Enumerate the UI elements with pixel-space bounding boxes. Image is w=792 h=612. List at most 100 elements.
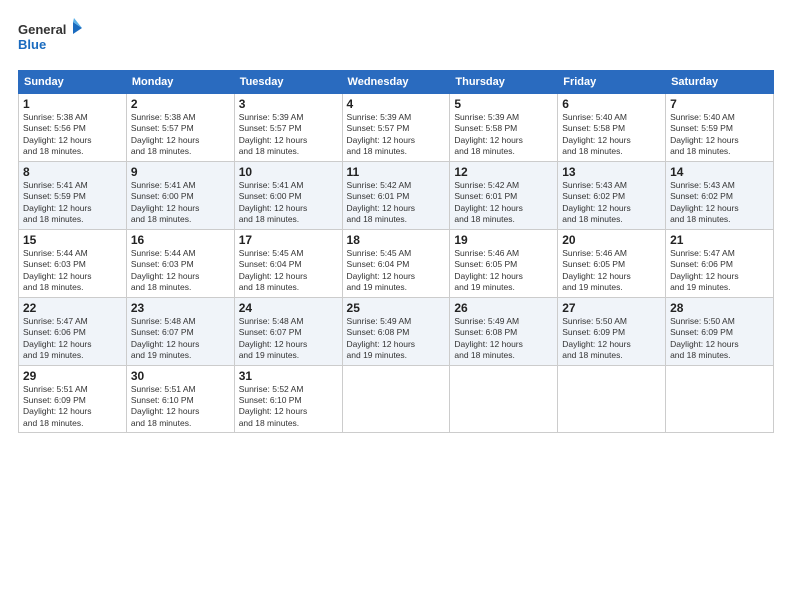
calendar-day-header: Saturday (666, 71, 774, 94)
day-info: Sunrise: 5:47 AM Sunset: 6:06 PM Dayligh… (23, 316, 122, 362)
day-number: 6 (562, 97, 661, 111)
day-info: Sunrise: 5:43 AM Sunset: 6:02 PM Dayligh… (670, 180, 769, 226)
calendar-week-row: 29Sunrise: 5:51 AM Sunset: 6:09 PM Dayli… (19, 365, 774, 433)
day-number: 1 (23, 97, 122, 111)
logo-svg: General Blue (18, 18, 83, 60)
svg-text:Blue: Blue (18, 37, 46, 52)
calendar-week-row: 8Sunrise: 5:41 AM Sunset: 5:59 PM Daylig… (19, 161, 774, 229)
day-number: 25 (347, 301, 446, 315)
calendar-cell (558, 365, 666, 433)
calendar-cell: 7Sunrise: 5:40 AM Sunset: 5:59 PM Daylig… (666, 94, 774, 162)
calendar-day-header: Sunday (19, 71, 127, 94)
calendar-cell: 8Sunrise: 5:41 AM Sunset: 5:59 PM Daylig… (19, 161, 127, 229)
calendar-table: SundayMondayTuesdayWednesdayThursdayFrid… (18, 70, 774, 433)
day-info: Sunrise: 5:40 AM Sunset: 5:58 PM Dayligh… (562, 112, 661, 158)
day-number: 2 (131, 97, 230, 111)
day-number: 21 (670, 233, 769, 247)
day-number: 11 (347, 165, 446, 179)
day-number: 29 (23, 369, 122, 383)
day-number: 27 (562, 301, 661, 315)
day-number: 4 (347, 97, 446, 111)
day-number: 16 (131, 233, 230, 247)
calendar-cell: 21Sunrise: 5:47 AM Sunset: 6:06 PM Dayli… (666, 229, 774, 297)
calendar-day-header: Thursday (450, 71, 558, 94)
day-info: Sunrise: 5:49 AM Sunset: 6:08 PM Dayligh… (347, 316, 446, 362)
calendar-cell: 28Sunrise: 5:50 AM Sunset: 6:09 PM Dayli… (666, 297, 774, 365)
day-number: 20 (562, 233, 661, 247)
day-info: Sunrise: 5:42 AM Sunset: 6:01 PM Dayligh… (347, 180, 446, 226)
calendar-cell (666, 365, 774, 433)
day-info: Sunrise: 5:38 AM Sunset: 5:56 PM Dayligh… (23, 112, 122, 158)
calendar-cell: 12Sunrise: 5:42 AM Sunset: 6:01 PM Dayli… (450, 161, 558, 229)
day-number: 28 (670, 301, 769, 315)
day-number: 31 (239, 369, 338, 383)
calendar-cell: 20Sunrise: 5:46 AM Sunset: 6:05 PM Dayli… (558, 229, 666, 297)
day-number: 10 (239, 165, 338, 179)
calendar-week-row: 15Sunrise: 5:44 AM Sunset: 6:03 PM Dayli… (19, 229, 774, 297)
calendar-cell: 5Sunrise: 5:39 AM Sunset: 5:58 PM Daylig… (450, 94, 558, 162)
day-info: Sunrise: 5:40 AM Sunset: 5:59 PM Dayligh… (670, 112, 769, 158)
day-info: Sunrise: 5:44 AM Sunset: 6:03 PM Dayligh… (23, 248, 122, 294)
calendar-cell: 16Sunrise: 5:44 AM Sunset: 6:03 PM Dayli… (126, 229, 234, 297)
day-number: 23 (131, 301, 230, 315)
calendar-cell (450, 365, 558, 433)
calendar-cell: 25Sunrise: 5:49 AM Sunset: 6:08 PM Dayli… (342, 297, 450, 365)
day-number: 13 (562, 165, 661, 179)
day-number: 26 (454, 301, 553, 315)
calendar-cell: 10Sunrise: 5:41 AM Sunset: 6:00 PM Dayli… (234, 161, 342, 229)
day-info: Sunrise: 5:50 AM Sunset: 6:09 PM Dayligh… (562, 316, 661, 362)
calendar-cell: 19Sunrise: 5:46 AM Sunset: 6:05 PM Dayli… (450, 229, 558, 297)
calendar-cell: 22Sunrise: 5:47 AM Sunset: 6:06 PM Dayli… (19, 297, 127, 365)
day-number: 22 (23, 301, 122, 315)
day-info: Sunrise: 5:44 AM Sunset: 6:03 PM Dayligh… (131, 248, 230, 294)
calendar-cell: 13Sunrise: 5:43 AM Sunset: 6:02 PM Dayli… (558, 161, 666, 229)
calendar-cell: 14Sunrise: 5:43 AM Sunset: 6:02 PM Dayli… (666, 161, 774, 229)
day-number: 9 (131, 165, 230, 179)
day-info: Sunrise: 5:46 AM Sunset: 6:05 PM Dayligh… (454, 248, 553, 294)
day-number: 19 (454, 233, 553, 247)
calendar-cell: 31Sunrise: 5:52 AM Sunset: 6:10 PM Dayli… (234, 365, 342, 433)
day-number: 17 (239, 233, 338, 247)
day-info: Sunrise: 5:46 AM Sunset: 6:05 PM Dayligh… (562, 248, 661, 294)
calendar-day-header: Tuesday (234, 71, 342, 94)
day-number: 7 (670, 97, 769, 111)
day-number: 18 (347, 233, 446, 247)
day-info: Sunrise: 5:39 AM Sunset: 5:57 PM Dayligh… (347, 112, 446, 158)
calendar-header-row: SundayMondayTuesdayWednesdayThursdayFrid… (19, 71, 774, 94)
day-info: Sunrise: 5:50 AM Sunset: 6:09 PM Dayligh… (670, 316, 769, 362)
day-number: 12 (454, 165, 553, 179)
calendar-cell: 18Sunrise: 5:45 AM Sunset: 6:04 PM Dayli… (342, 229, 450, 297)
calendar-week-row: 22Sunrise: 5:47 AM Sunset: 6:06 PM Dayli… (19, 297, 774, 365)
day-number: 5 (454, 97, 553, 111)
calendar-cell: 6Sunrise: 5:40 AM Sunset: 5:58 PM Daylig… (558, 94, 666, 162)
calendar-day-header: Monday (126, 71, 234, 94)
calendar-day-header: Wednesday (342, 71, 450, 94)
calendar-cell: 1Sunrise: 5:38 AM Sunset: 5:56 PM Daylig… (19, 94, 127, 162)
calendar-cell: 4Sunrise: 5:39 AM Sunset: 5:57 PM Daylig… (342, 94, 450, 162)
day-number: 14 (670, 165, 769, 179)
day-info: Sunrise: 5:39 AM Sunset: 5:58 PM Dayligh… (454, 112, 553, 158)
calendar-cell: 26Sunrise: 5:49 AM Sunset: 6:08 PM Dayli… (450, 297, 558, 365)
day-info: Sunrise: 5:43 AM Sunset: 6:02 PM Dayligh… (562, 180, 661, 226)
calendar-cell (342, 365, 450, 433)
calendar-cell: 11Sunrise: 5:42 AM Sunset: 6:01 PM Dayli… (342, 161, 450, 229)
calendar-cell: 24Sunrise: 5:48 AM Sunset: 6:07 PM Dayli… (234, 297, 342, 365)
calendar-cell: 27Sunrise: 5:50 AM Sunset: 6:09 PM Dayli… (558, 297, 666, 365)
calendar-cell: 17Sunrise: 5:45 AM Sunset: 6:04 PM Dayli… (234, 229, 342, 297)
calendar-cell: 30Sunrise: 5:51 AM Sunset: 6:10 PM Dayli… (126, 365, 234, 433)
calendar-cell: 9Sunrise: 5:41 AM Sunset: 6:00 PM Daylig… (126, 161, 234, 229)
calendar-body: 1Sunrise: 5:38 AM Sunset: 5:56 PM Daylig… (19, 94, 774, 433)
calendar-cell: 2Sunrise: 5:38 AM Sunset: 5:57 PM Daylig… (126, 94, 234, 162)
day-number: 15 (23, 233, 122, 247)
calendar-week-row: 1Sunrise: 5:38 AM Sunset: 5:56 PM Daylig… (19, 94, 774, 162)
calendar-day-header: Friday (558, 71, 666, 94)
calendar-cell: 3Sunrise: 5:39 AM Sunset: 5:57 PM Daylig… (234, 94, 342, 162)
page-header: General Blue (18, 18, 774, 60)
calendar-cell: 23Sunrise: 5:48 AM Sunset: 6:07 PM Dayli… (126, 297, 234, 365)
day-info: Sunrise: 5:41 AM Sunset: 5:59 PM Dayligh… (23, 180, 122, 226)
day-info: Sunrise: 5:38 AM Sunset: 5:57 PM Dayligh… (131, 112, 230, 158)
day-number: 24 (239, 301, 338, 315)
day-info: Sunrise: 5:45 AM Sunset: 6:04 PM Dayligh… (239, 248, 338, 294)
day-info: Sunrise: 5:45 AM Sunset: 6:04 PM Dayligh… (347, 248, 446, 294)
day-info: Sunrise: 5:42 AM Sunset: 6:01 PM Dayligh… (454, 180, 553, 226)
